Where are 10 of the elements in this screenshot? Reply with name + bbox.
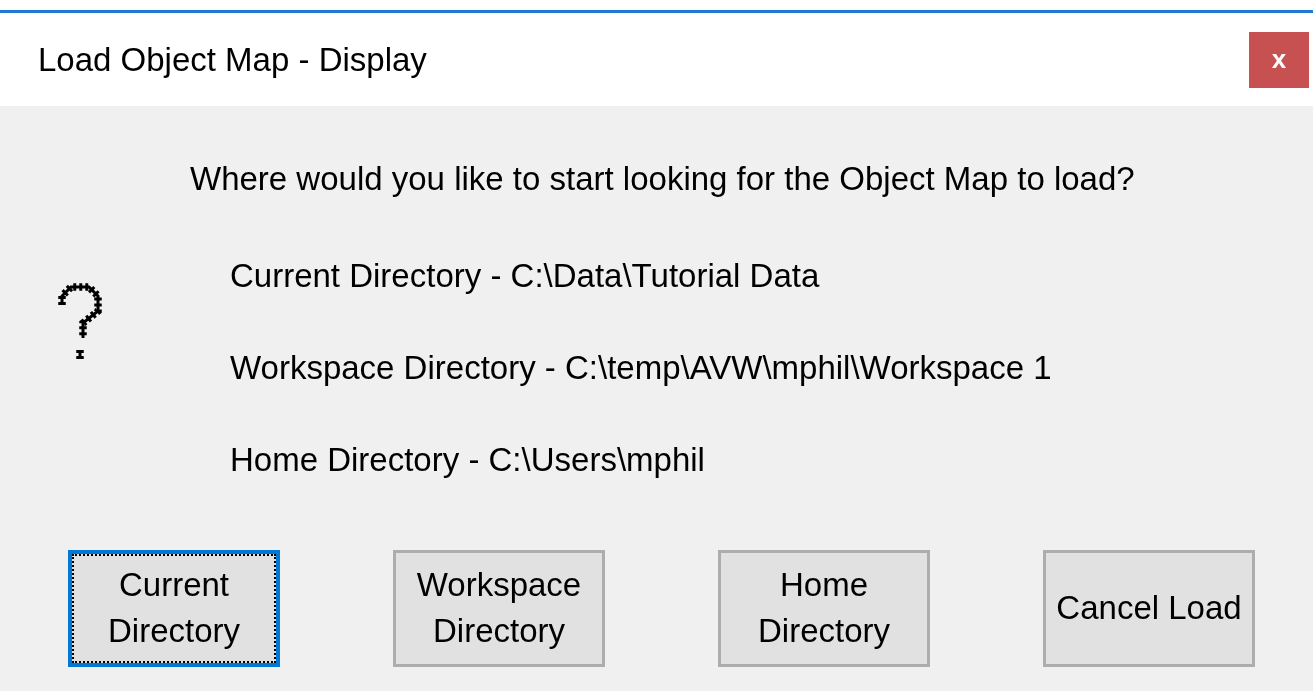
close-button[interactable]: x <box>1249 31 1309 88</box>
directory-option-text: Current Directory - C:\Data\Tutorial Data <box>230 255 821 296</box>
question-text: Where would you like to start looking for the Object Map to load? <box>190 159 1135 199</box>
window-title: Load Object Map - Display <box>38 39 427 80</box>
dialog-button[interactable]: Current Directory <box>68 549 280 667</box>
directory-option-text: Home Directory - C:\Users\mphil <box>230 439 706 480</box>
dialog-button[interactable]: Workspace Directory <box>393 549 605 667</box>
dialog-button[interactable]: Cancel Load <box>1043 549 1255 667</box>
dialog-button[interactable]: Home Directory <box>718 549 930 667</box>
directory-option-text: Workspace Directory - C:\temp\AVW\mphil\Workspace 1 <box>230 347 1053 388</box>
